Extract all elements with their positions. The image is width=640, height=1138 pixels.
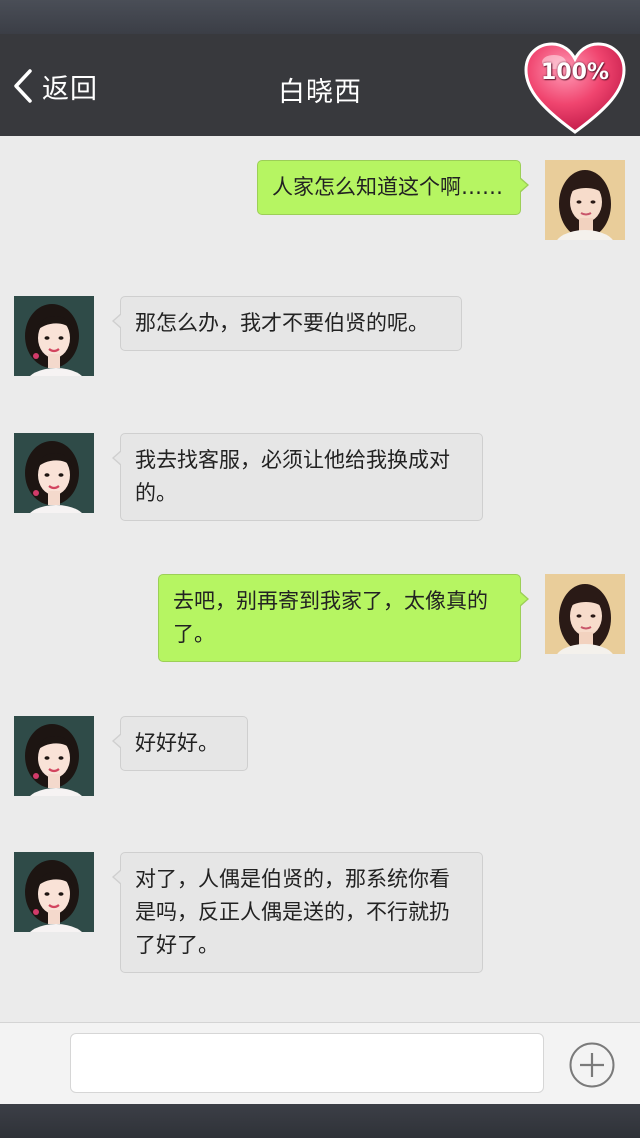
plus-circle-icon	[568, 1042, 616, 1093]
bottom-frame	[0, 1104, 640, 1138]
contact-avatar[interactable]	[14, 433, 94, 513]
chat-header: 返回 白晓西 100%	[0, 34, 640, 136]
my-avatar[interactable]	[545, 574, 625, 654]
add-attachment-button[interactable]	[568, 1041, 616, 1089]
message-bubble-received[interactable]: 那怎么办，我才不要伯贤的呢。	[112, 296, 462, 351]
chat-area[interactable]: 人家怎么知道这个啊…… 那怎么办，我才不要伯贤的呢。 我去找客服，必须让他给我换…	[0, 136, 640, 1022]
message-bubble-received[interactable]: 我去找客服，必须让他给我换成对的。	[112, 433, 483, 521]
message-bubble-received[interactable]: 对了，人偶是伯贤的，那系统你看是吗，反正人偶是送的，不行就扔了好了。	[112, 852, 483, 973]
affection-heart: 100%	[522, 40, 628, 136]
message-bubble-sent[interactable]: 去吧，别再寄到我家了，太像真的了。	[158, 574, 529, 662]
message-input[interactable]	[70, 1033, 544, 1093]
affection-value: 100%	[541, 60, 609, 85]
message-bubble-sent[interactable]: 人家怎么知道这个啊……	[257, 160, 529, 215]
contact-avatar[interactable]	[14, 852, 94, 932]
contact-avatar[interactable]	[14, 296, 94, 376]
my-avatar[interactable]	[545, 160, 625, 240]
top-frame	[0, 0, 640, 34]
contact-avatar[interactable]	[14, 716, 94, 796]
input-bar	[0, 1022, 640, 1104]
message-bubble-received[interactable]: 好好好。	[112, 716, 248, 771]
